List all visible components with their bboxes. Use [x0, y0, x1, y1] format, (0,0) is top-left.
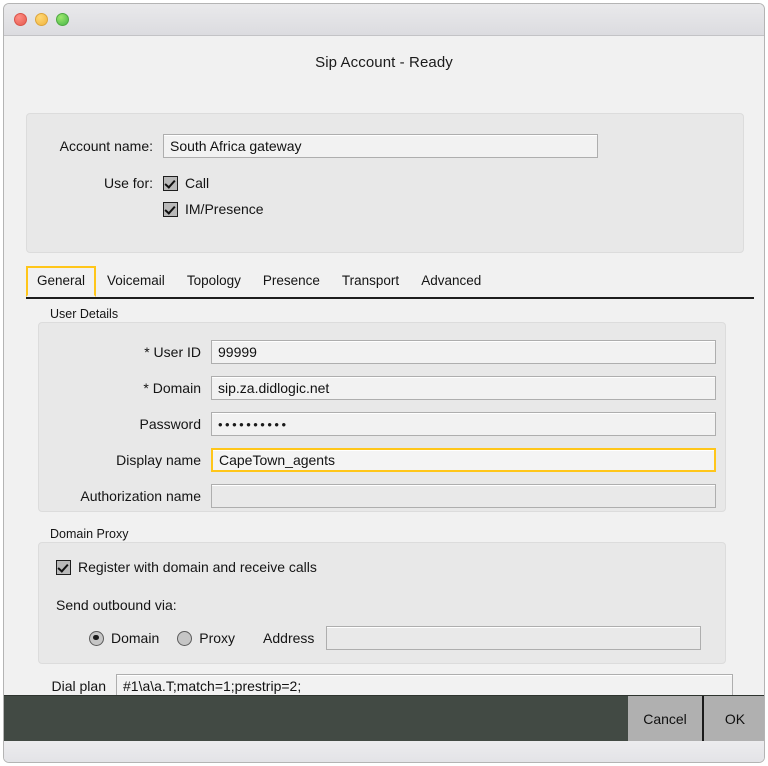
user-details-box: * User ID * Domain Password •••••••••• D…	[38, 322, 726, 512]
app-window: Sip Account - Ready Account name: Use fo…	[3, 3, 765, 763]
send-outbound-label: Send outbound via:	[56, 597, 177, 613]
user-id-input[interactable]	[211, 340, 716, 364]
domain-input[interactable]	[211, 376, 716, 400]
checkbox-call-label: Call	[185, 175, 209, 191]
use-for-label: Use for:	[27, 175, 163, 191]
password-row: Password ••••••••••	[39, 411, 725, 437]
account-name-label: Account name:	[27, 138, 163, 154]
tab-general[interactable]: General	[26, 266, 96, 297]
window-titlebar	[4, 4, 764, 36]
address-input[interactable]	[326, 626, 701, 650]
display-name-input[interactable]	[211, 448, 716, 472]
use-for-block: Use for: Call IM/Presence	[27, 170, 743, 222]
authorization-name-label: Authorization name	[39, 488, 211, 504]
tab-presence[interactable]: Presence	[252, 266, 331, 297]
use-for-call-row: Use for: Call	[27, 170, 743, 196]
tab-underline	[26, 297, 754, 299]
authorization-name-input[interactable]	[211, 484, 716, 508]
password-input[interactable]: ••••••••••	[211, 412, 716, 436]
domain-proxy-group-title: Domain Proxy	[50, 527, 129, 541]
password-label: Password	[39, 416, 211, 432]
window-bottom-strip	[4, 741, 765, 763]
radio-domain-label: Domain	[111, 630, 159, 646]
page-title: Sip Account - Ready	[4, 36, 764, 71]
account-panel: Account name: Use for: Call IM/Presence	[26, 113, 744, 253]
checkbox-register-with-domain[interactable]	[56, 560, 71, 575]
checkbox-im-presence[interactable]	[163, 202, 178, 217]
account-name-row: Account name:	[27, 134, 743, 158]
dialog-footer: Cancel OK	[4, 695, 765, 741]
dialog-body: Sip Account - Ready Account name: Use fo…	[4, 36, 764, 763]
radio-proxy-label: Proxy	[199, 630, 235, 646]
outbound-options-row: Domain Proxy Address	[89, 626, 701, 650]
domain-label: * Domain	[39, 380, 211, 396]
cancel-button[interactable]: Cancel	[628, 696, 704, 741]
tab-strip: General Voicemail Topology Presence Tran…	[26, 268, 754, 298]
use-for-im-row: IM/Presence	[27, 196, 743, 222]
account-name-input[interactable]	[163, 134, 598, 158]
register-label: Register with domain and receive calls	[78, 559, 317, 575]
user-id-row: * User ID	[39, 339, 725, 365]
user-id-label: * User ID	[39, 344, 211, 360]
user-details-group-title: User Details	[50, 307, 118, 321]
tab-advanced[interactable]: Advanced	[410, 266, 492, 297]
window-controls	[14, 13, 69, 26]
radio-domain[interactable]	[89, 631, 104, 646]
tab-transport[interactable]: Transport	[331, 266, 410, 297]
address-label: Address	[263, 630, 314, 646]
domain-row: * Domain	[39, 375, 725, 401]
checkbox-call[interactable]	[163, 176, 178, 191]
display-name-row: Display name	[39, 447, 725, 473]
zoom-button-icon[interactable]	[56, 13, 69, 26]
radio-proxy[interactable]	[177, 631, 192, 646]
tab-voicemail[interactable]: Voicemail	[96, 266, 176, 297]
tab-topology[interactable]: Topology	[176, 266, 252, 297]
checkbox-im-presence-label: IM/Presence	[185, 201, 264, 217]
dial-plan-label: Dial plan	[26, 678, 116, 694]
ok-button[interactable]: OK	[704, 696, 765, 741]
display-name-label: Display name	[39, 452, 211, 468]
close-button-icon[interactable]	[14, 13, 27, 26]
authorization-name-row: Authorization name	[39, 483, 725, 509]
minimize-button-icon[interactable]	[35, 13, 48, 26]
domain-proxy-box: Register with domain and receive calls S…	[38, 542, 726, 664]
register-row: Register with domain and receive calls	[56, 559, 317, 575]
